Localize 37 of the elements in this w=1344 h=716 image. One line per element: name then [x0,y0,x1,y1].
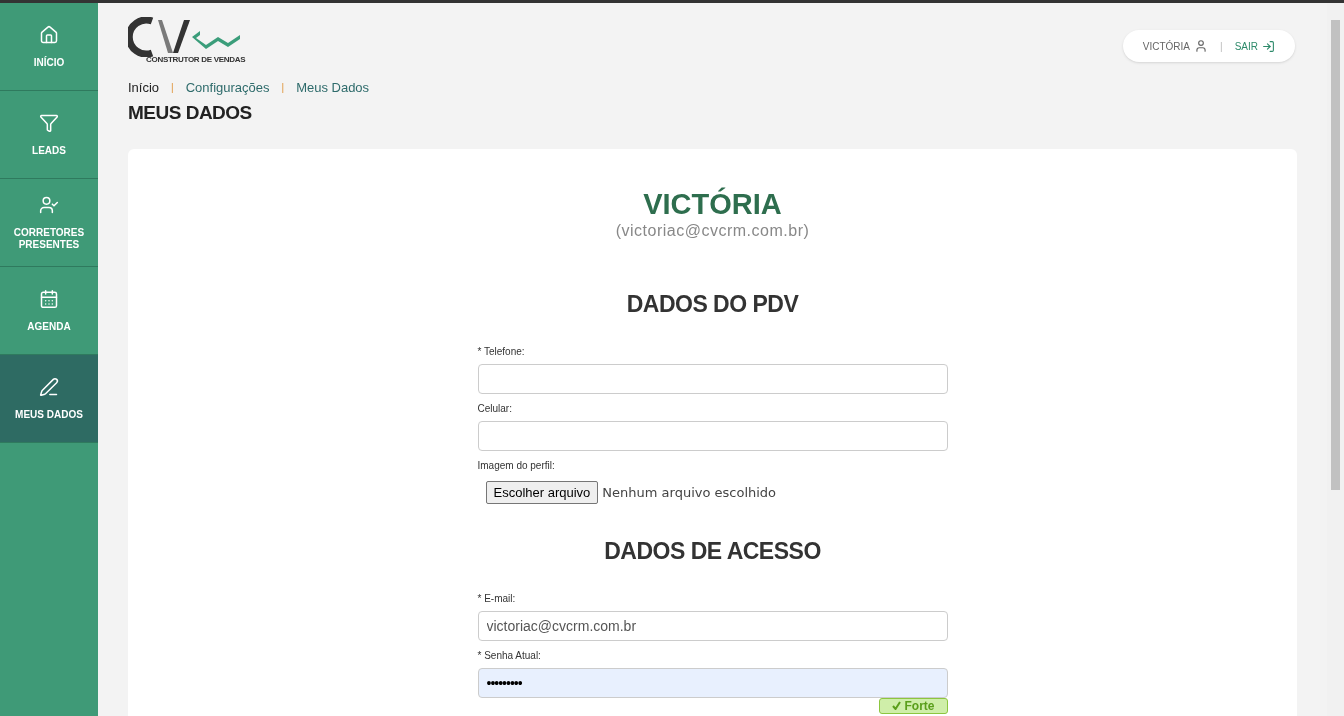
breadcrumb-link[interactable]: Meus Dados [296,78,370,98]
logout-icon [1262,39,1275,53]
sidebar-item[interactable]: CORRETORES PRESENTES [0,179,98,267]
user-icon [1194,39,1209,53]
house-icon [39,24,59,45]
breadcrumb-link[interactable]: Início [128,78,160,98]
logout-link[interactable]: SAIR [1234,38,1275,54]
pencil-icon [39,376,59,397]
sidebar-item[interactable]: LEADS [0,91,98,179]
breadcrumb-separator: | [281,81,285,96]
breadcrumb-link[interactable]: Configurações [185,78,270,98]
input-field[interactable] [477,420,948,451]
file-status: Nenhum arquivo escolhido [602,483,777,502]
field-label: * E-mail: [477,591,517,606]
section-title: DADOS DE ACESSO [603,537,822,566]
input-field[interactable] [477,363,948,394]
calendar-icon [39,288,59,309]
field-label: * Telefone: [477,344,526,359]
choose-file-button[interactable]: Escolher arquivo [485,480,599,504]
field-label: * Senha Atual: [477,648,542,663]
sidebar-item[interactable]: MEUS DADOS [0,355,98,443]
input-field[interactable]: victoriac@cvcrm.com.br [477,610,948,641]
sidebar-item[interactable]: INÍCIO [0,3,98,91]
field-label: Imagem do perfil: [477,458,556,473]
field-label: Celular: [477,401,513,416]
separator: | [1220,39,1223,54]
breadcrumb-separator: | [171,81,174,96]
user-link[interactable]: VICTÓRIA [1142,38,1209,54]
funnel-icon [39,112,59,133]
profile-name: VICTÓRIA [643,189,782,219]
check-icon [891,701,901,710]
person-check-icon [39,194,59,215]
page-title: MEUS DADOS [128,100,253,125]
password-field[interactable]: ••••••••• [477,667,948,698]
logo-tagline: CONSTRUTOR DE VENDAS [146,54,246,66]
section-title: DADOS DO PDV [625,290,800,319]
profile-email: (victoriac@cvcrm.com.br) [615,221,810,241]
